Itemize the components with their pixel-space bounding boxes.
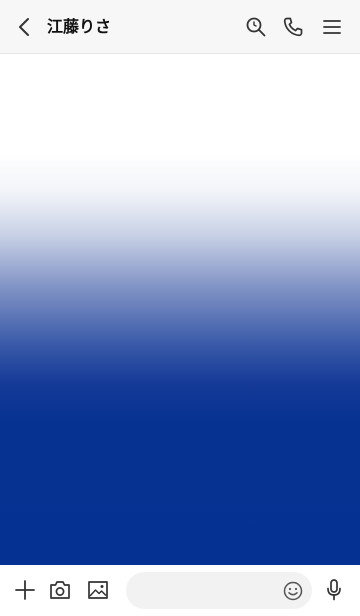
emoji-icon [282, 580, 304, 602]
menu-icon [322, 18, 342, 36]
message-input-bar [0, 565, 360, 616]
microphone-icon [324, 578, 344, 602]
gallery-button[interactable] [84, 576, 112, 604]
voice-button[interactable] [320, 576, 348, 604]
chat-header: 江藤りさ [0, 0, 360, 54]
camera-icon [48, 579, 72, 601]
call-button[interactable] [279, 13, 307, 41]
search-icon [245, 16, 267, 38]
chat-background[interactable] [0, 54, 360, 565]
back-button[interactable] [10, 13, 38, 41]
search-button[interactable] [242, 13, 270, 41]
back-icon [17, 17, 31, 37]
camera-button[interactable] [46, 576, 74, 604]
phone-icon [282, 16, 304, 38]
emoji-button[interactable] [280, 578, 306, 604]
image-icon [86, 579, 110, 601]
add-button[interactable] [11, 576, 39, 604]
plus-icon [14, 579, 36, 601]
menu-button[interactable] [318, 13, 346, 41]
chat-title: 江藤りさ [47, 17, 112, 36]
